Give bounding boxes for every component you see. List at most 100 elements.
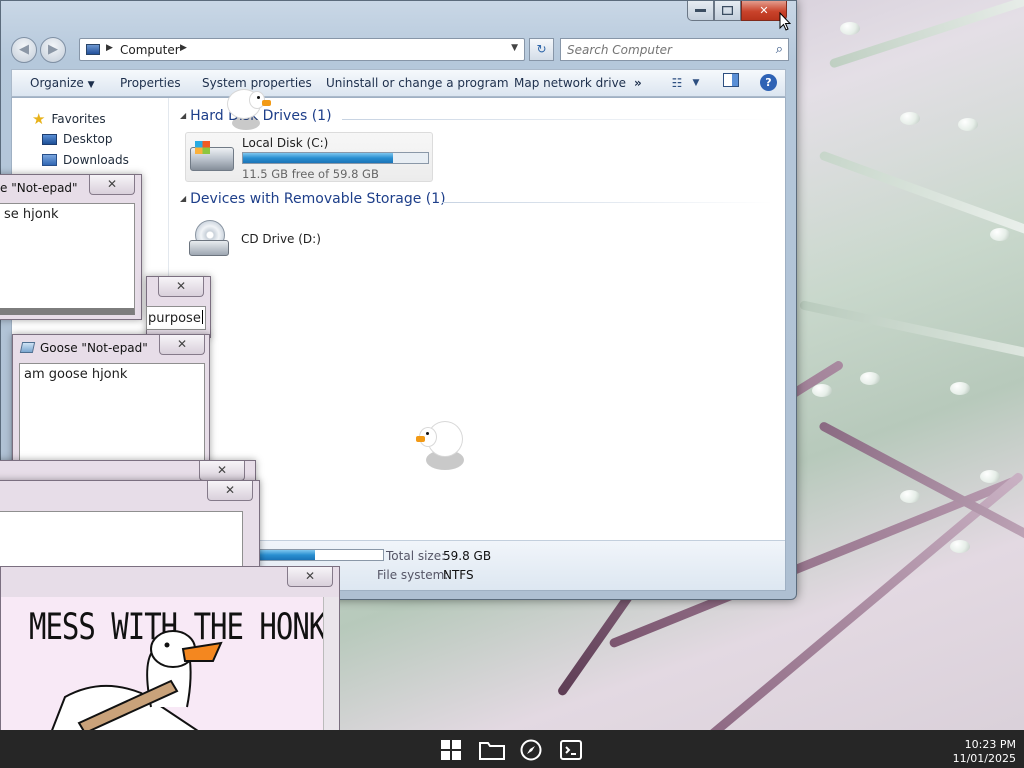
close-icon: ✕ xyxy=(224,483,236,497)
nav-desktop-label: Desktop xyxy=(63,132,113,146)
notepad-icon xyxy=(19,342,36,353)
meme-close-button[interactable]: ✕ xyxy=(287,567,333,587)
organize-label: Organize xyxy=(30,76,84,90)
maximize-button[interactable] xyxy=(714,1,741,21)
minimize-button[interactable] xyxy=(687,1,714,21)
cd-drive-icon xyxy=(189,220,233,260)
group-removable-storage[interactable]: ◢ Devices with Removable Storage (1) xyxy=(180,191,446,207)
notepad-1-title: e "Not-epad" xyxy=(0,181,78,195)
view-dropdown-icon[interactable]: ▼ xyxy=(690,73,702,93)
search-input[interactable] xyxy=(561,39,761,60)
map-network-drive-button[interactable]: Map network drive xyxy=(514,76,626,90)
close-icon: ✕ xyxy=(175,279,187,293)
command-bar: Organize ▼ Properties System properties … xyxy=(11,69,786,97)
chevron-down-icon: ▼ xyxy=(87,80,95,90)
drive-c-usage-bar xyxy=(242,152,429,164)
help-icon[interactable]: ? xyxy=(760,74,777,91)
hard-drive-icon xyxy=(190,141,234,171)
goose-sprite[interactable] xyxy=(226,86,276,132)
drive-c-name: Local Disk (C:) xyxy=(242,136,329,150)
close-icon: ✕ xyxy=(216,463,228,477)
clock-date: 11/01/2025 xyxy=(952,752,1016,765)
text-input-field[interactable]: purpose xyxy=(146,306,206,330)
back-button[interactable]: ◀ xyxy=(11,37,37,63)
notepad-2-title: Goose "Not-epad" xyxy=(19,341,148,355)
breadcrumb-computer[interactable]: Computer xyxy=(120,43,180,57)
navigation-bar: ◀ ▶ ▶ Computer ▶ ▼ ↻ ⌕ xyxy=(11,37,789,63)
nav-favorites[interactable]: ★ Favorites xyxy=(32,110,106,128)
back-arrow-icon: ◀ xyxy=(19,42,29,57)
file-system-value: NTFS xyxy=(443,568,474,582)
downloads-icon xyxy=(42,154,57,166)
nav-favorites-label: Favorites xyxy=(51,112,106,126)
organize-menu[interactable]: Organize ▼ xyxy=(30,76,95,90)
refresh-icon: ↻ xyxy=(536,42,547,56)
meme-image-window: ✕ MESS WITH THE HONK xyxy=(0,566,340,733)
mouse-cursor-icon xyxy=(779,12,791,31)
clock-time: 10:23 PM xyxy=(964,738,1016,751)
drive-cd-d[interactable]: CD Drive (D:) xyxy=(185,216,433,266)
breadcrumb-chevron-icon[interactable]: ▶ xyxy=(180,43,187,53)
forward-button[interactable]: ▶ xyxy=(40,37,66,63)
total-size-value: 59.8 GB xyxy=(443,549,492,563)
nav-desktop[interactable]: Desktop xyxy=(42,132,113,146)
star-icon: ★ xyxy=(32,110,46,128)
terminal-icon[interactable] xyxy=(560,739,582,761)
close-icon: ✕ xyxy=(759,4,769,17)
search-icon[interactable]: ⌕ xyxy=(776,42,783,57)
notepad-1-close-button[interactable]: ✕ xyxy=(89,175,135,195)
forward-arrow-icon: ▶ xyxy=(48,42,58,57)
stacked-window-2-close-button[interactable]: ✕ xyxy=(207,481,253,501)
group-divider xyxy=(442,202,773,203)
input-window-close-button[interactable]: ✕ xyxy=(158,277,204,297)
refresh-button[interactable]: ↻ xyxy=(529,38,554,61)
notepad-1-text-area[interactable]: se hjonk xyxy=(0,203,135,315)
nav-downloads[interactable]: Downloads xyxy=(42,153,129,167)
desktop-icon xyxy=(42,133,57,145)
properties-button[interactable]: Properties xyxy=(120,76,181,90)
stacked-window-2: ✕ xyxy=(0,480,260,581)
close-icon: ✕ xyxy=(304,569,316,583)
minimize-icon xyxy=(695,8,706,12)
notepad-1-text: se hjonk xyxy=(4,207,59,222)
uninstall-program-button[interactable]: Uninstall or change a program xyxy=(326,76,509,90)
drive-c-usage-fill xyxy=(243,153,393,163)
file-explorer-icon[interactable] xyxy=(479,739,505,761)
collapse-triangle-icon: ◢ xyxy=(180,194,187,203)
address-bar[interactable]: ▶ Computer ▶ ▼ xyxy=(79,38,525,61)
nav-downloads-label: Downloads xyxy=(63,153,129,167)
notepad-2-text-area[interactable]: am goose hjonk xyxy=(19,363,205,475)
group-divider xyxy=(342,119,773,120)
search-box[interactable]: ⌕ xyxy=(560,38,789,61)
view-options-icon[interactable]: ☷ xyxy=(668,73,686,93)
caption-buttons: ✕ xyxy=(687,1,787,21)
drive-local-disk-c[interactable]: Local Disk (C:) 11.5 GB free of 59.8 GB xyxy=(185,132,433,182)
windows-logo-icon xyxy=(195,141,210,154)
notepad-2-title-label: Goose "Not-epad" xyxy=(40,341,148,355)
breadcrumb-separator-icon: ▶ xyxy=(106,43,113,53)
meme-scrollbar[interactable] xyxy=(323,597,339,733)
computer-icon xyxy=(86,44,100,55)
stacked-window-1-close-button[interactable]: ✕ xyxy=(199,461,245,481)
notepad-window-2: Goose "Not-epad" ✕ am goose hjonk xyxy=(12,334,210,480)
close-icon: ✕ xyxy=(176,337,188,351)
more-commands-button[interactable]: » xyxy=(634,76,642,90)
meme-image: MESS WITH THE HONK xyxy=(1,597,323,733)
group-removable-label: Devices with Removable Storage (1) xyxy=(190,191,446,207)
browser-compass-icon[interactable] xyxy=(520,739,542,761)
start-windows-icon[interactable] xyxy=(440,739,462,761)
goose-sprite[interactable] xyxy=(416,420,468,472)
preview-pane-glyph xyxy=(723,73,739,87)
drive-c-free-space: 11.5 GB free of 59.8 GB xyxy=(242,167,379,181)
goose-with-knife-illustration xyxy=(49,630,223,733)
preview-pane-icon[interactable] xyxy=(722,73,740,93)
drive-d-name: CD Drive (D:) xyxy=(241,232,321,246)
maximize-icon xyxy=(722,6,733,15)
notepad-2-text: am goose hjonk xyxy=(24,367,128,382)
system-clock[interactable]: 10:23 PM 11/01/2025 xyxy=(953,738,1016,766)
collapse-triangle-icon: ◢ xyxy=(180,111,187,120)
address-dropdown-icon[interactable]: ▼ xyxy=(511,43,518,53)
taskbar: 10:23 PM 11/01/2025 xyxy=(0,730,1024,768)
notepad-2-close-button[interactable]: ✕ xyxy=(159,335,205,355)
file-system-label: File system: xyxy=(377,568,449,582)
